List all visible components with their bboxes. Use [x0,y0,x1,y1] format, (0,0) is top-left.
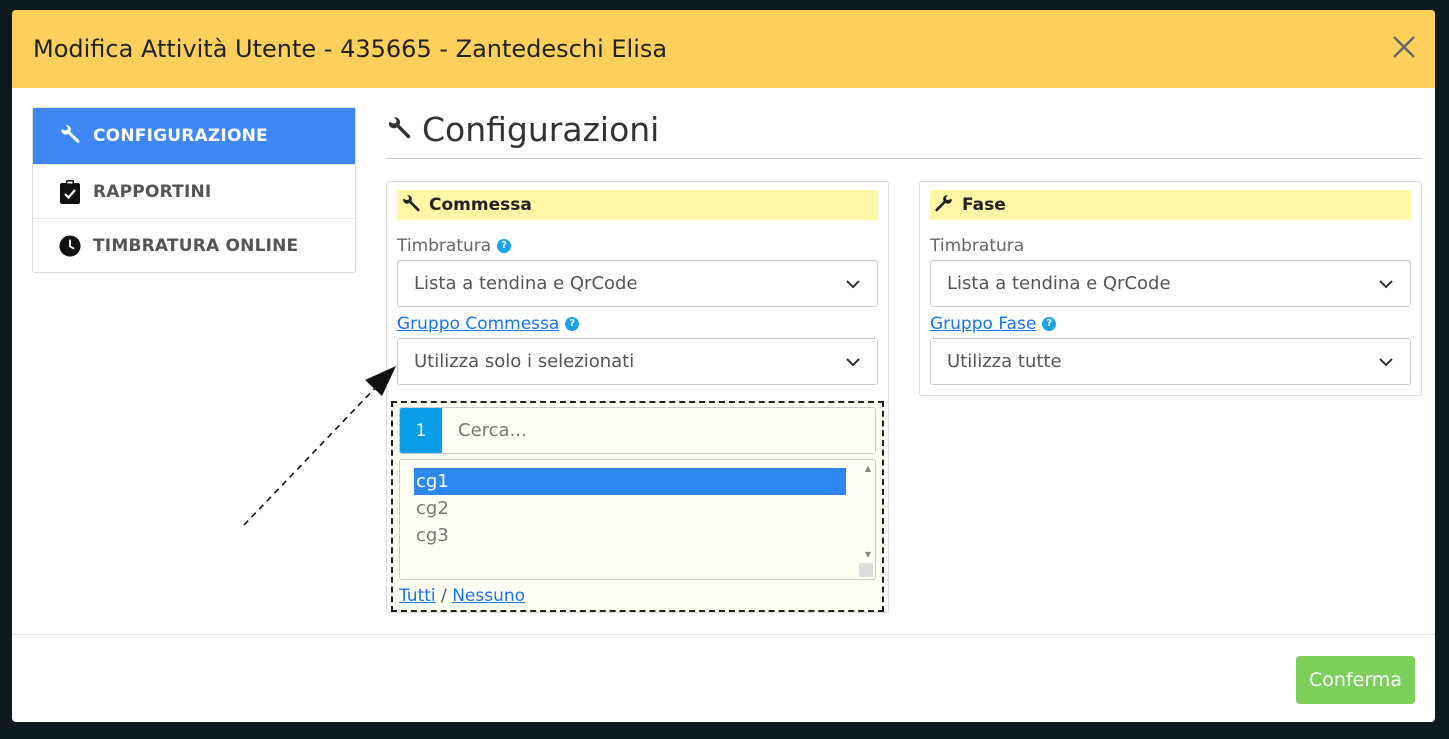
fase-panel-header: Fase [930,190,1411,220]
scroll-up-icon[interactable]: ▲ [865,464,871,473]
modal-footer: Conferma [12,634,1435,722]
sidebar-item-label: RAPPORTINI [93,181,212,202]
modal-dialog: Modifica Attività Utente - 435665 - Zant… [12,10,1435,722]
timbratura-select-value: Lista a tendina e QrCode [414,273,638,294]
gruppo-fase-label: Gruppo Fase ? [930,313,1411,335]
fase-timbratura-label-text: Timbratura [930,236,1025,256]
fase-timbratura-label: Timbratura [930,235,1411,257]
scroll-down-icon[interactable]: ▼ [865,550,871,559]
links-separator: / [441,586,447,606]
wrench-icon [386,115,416,145]
clipboard-check-icon [59,179,81,204]
commessa-panel-title: Commessa [429,195,532,215]
gruppo-fase-select-value: Utilizza tutte [947,351,1062,372]
modal-header: Modifica Attività Utente - 435665 - Zant… [12,10,1435,88]
sidebar-item-label: TIMBRATURA ONLINE [93,235,299,256]
picker-search-input[interactable] [442,408,875,453]
wrench-icon [59,124,81,148]
help-icon[interactable]: ? [1042,317,1057,331]
scrollbar[interactable]: ▲ ▼ [857,460,875,579]
wrench-icon [401,194,423,216]
list-item[interactable]: cg1 [414,468,846,495]
gruppo-fase-link[interactable]: Gruppo Fase [930,314,1036,334]
sidebar-item-configurazione[interactable]: CONFIGURAZIONE [33,108,355,164]
help-icon[interactable]: ? [565,317,580,331]
chevron-down-icon [1379,279,1393,288]
close-icon[interactable] [1391,34,1417,60]
sidebar: CONFIGURAZIONE RAPPORTINI TIMBRATURA ONL… [32,107,356,273]
group-picker: 1 cg1 cg2 cg3 ▲ ▼ Tutti / Nessuno [391,401,884,612]
gruppo-commessa-label: Gruppo Commessa ? [397,313,878,335]
fase-timbratura-select[interactable]: Lista a tendina e QrCode [930,260,1411,307]
select-all-link[interactable]: Tutti [399,586,436,606]
sidebar-item-label: CONFIGURAZIONE [93,126,268,146]
picker-search-row: 1 [399,407,876,454]
commessa-panel-header: Commessa [397,190,878,220]
page-title: Configurazioni [422,110,660,149]
resize-grip-icon[interactable] [859,563,873,577]
wrench-icon [934,194,956,216]
sidebar-item-rapportini[interactable]: RAPPORTINI [33,164,355,218]
list-item[interactable]: cg2 [414,495,846,522]
chevron-down-icon [846,357,860,366]
timbratura-label: Timbratura ? [397,235,878,257]
select-none-link[interactable]: Nessuno [452,586,525,606]
fase-panel: Fase Timbratura Lista a tendina e QrCode… [919,181,1422,396]
fase-timbratura-select-value: Lista a tendina e QrCode [947,273,1171,294]
timbratura-select[interactable]: Lista a tendina e QrCode [397,260,878,307]
commessa-panel: Commessa Timbratura ? Lista a tendina e … [386,181,889,613]
timbratura-label-text: Timbratura [397,236,492,256]
picker-listbox[interactable]: cg1 cg2 cg3 ▲ ▼ [399,459,876,580]
selected-count-badge: 1 [400,408,442,453]
gruppo-fase-select[interactable]: Utilizza tutte [930,338,1411,385]
chevron-down-icon [846,279,860,288]
page-heading: Configurazioni [386,107,1422,159]
main-content: Configurazioni [386,107,1422,159]
select-links: Tutti / Nessuno [399,586,876,608]
sidebar-item-timbratura-online[interactable]: TIMBRATURA ONLINE [33,218,355,272]
gruppo-commessa-link[interactable]: Gruppo Commessa [397,314,559,334]
gruppo-commessa-select[interactable]: Utilizza solo i selezionati [397,338,878,385]
list-item[interactable]: cg3 [414,522,846,549]
gruppo-commessa-select-value: Utilizza solo i selezionati [414,351,635,372]
fase-panel-title: Fase [962,195,1006,215]
confirm-button[interactable]: Conferma [1296,656,1415,704]
modal-title: Modifica Attività Utente - 435665 - Zant… [33,35,668,63]
help-icon[interactable]: ? [497,239,512,253]
clock-icon [59,234,81,258]
chevron-down-icon [1379,357,1393,366]
